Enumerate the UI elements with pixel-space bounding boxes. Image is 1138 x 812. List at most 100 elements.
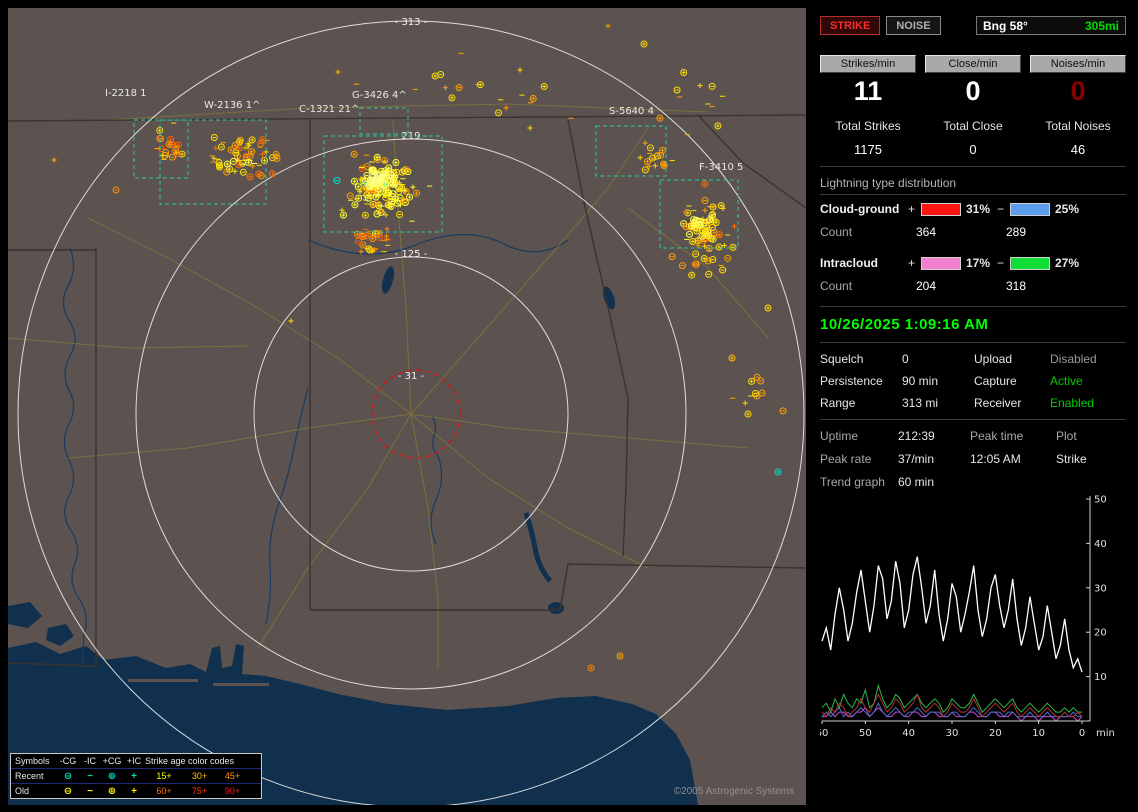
intracloud-row: Intracloud + 17% − 27% (820, 251, 1126, 275)
pos-cg-icon: ⊕ (101, 785, 123, 798)
svg-text:10: 10 (1094, 672, 1107, 683)
svg-text:W-2136 1^: W-2136 1^ (204, 100, 260, 111)
copyright-text: ©2005 Astrogenic Systems (674, 786, 794, 797)
svg-text:30: 30 (946, 728, 959, 739)
cloud-ground-label: Cloud-ground (820, 202, 908, 216)
range-value: 313 mi (902, 396, 974, 410)
peak-time-value: 12:05 AM (970, 452, 1056, 466)
age-45-label: 45+ (216, 770, 249, 783)
distribution-title: Lightning type distribution (820, 176, 1126, 190)
divider (820, 166, 1126, 167)
total-close-value: 0 (925, 142, 1021, 157)
svg-text:60: 60 (820, 728, 828, 739)
intracloud-label: Intracloud (820, 256, 908, 270)
upload-label: Upload (974, 352, 1050, 366)
svg-text:- 31 -: - 31 - (398, 371, 425, 382)
neg-cg-icon: ⊖ (57, 785, 79, 798)
peak-rate-value: 37/min (898, 452, 970, 466)
svg-text:0: 0 (1079, 728, 1085, 739)
status-panel: STRIKE NOISE Bng 58° 305mi Strikes/min C… (812, 8, 1134, 805)
plot-value: Strike (1056, 452, 1126, 466)
legend-old-label: Old (15, 785, 57, 798)
map-canvas: - 313 -- 219 -- 125 -- 31 - I-2218 1W-21… (8, 8, 806, 805)
total-noises-value: 46 (1030, 142, 1126, 157)
total-close-label: Total Close (925, 119, 1021, 133)
cg-negative-count: 289 (998, 225, 1088, 239)
receiver-label: Receiver (974, 396, 1050, 410)
pos-cg-icon: ⊕ (101, 770, 123, 783)
strikes-per-min-button[interactable]: Strikes/min (820, 55, 916, 73)
pos-ic-icon: + (123, 785, 145, 798)
legend-header-row: Symbols -CG -IC +CG +IC Strike age color… (11, 754, 261, 768)
ic-negative-pct: 27% (1050, 256, 1086, 270)
count-label: Count (820, 225, 908, 239)
receiver-value: Enabled (1050, 396, 1126, 410)
trend-chart-canvas: 10203040506050403020100min (820, 493, 1126, 745)
neg-cg-icon: ⊖ (57, 770, 79, 783)
cloud-ground-count-row: Count 364 289 (820, 221, 1126, 243)
svg-text:30: 30 (1094, 583, 1107, 594)
legend-old-row: Old ⊖ − ⊕ + 60+ 75+ 90+ (11, 783, 261, 798)
legend-recent-label: Recent (15, 770, 57, 783)
total-strikes-value: 1175 (820, 142, 916, 157)
svg-text:- 125 -: - 125 - (395, 249, 428, 260)
map-viewport[interactable]: - 313 -- 219 -- 125 -- 31 - I-2218 1W-21… (8, 8, 806, 805)
strikes-per-min-value: 11 (820, 76, 916, 107)
plus-sign: + (908, 256, 921, 270)
svg-text:20: 20 (1094, 628, 1107, 639)
rate-header-row: Strikes/min Close/min Noises/min (820, 55, 1126, 73)
squelch-label: Squelch (820, 352, 902, 366)
cg-positive-bar (921, 203, 961, 216)
intracloud-count-row: Count 204 318 (820, 275, 1126, 297)
cg-negative-pct: 25% (1050, 202, 1086, 216)
persistence-value: 90 min (902, 374, 974, 388)
app-window: - 313 -- 219 -- 125 -- 31 - I-2218 1W-21… (0, 0, 1138, 812)
ic-positive-bar (921, 257, 961, 270)
ic-positive-count: 204 (908, 279, 998, 293)
peak-time-label: Peak time (970, 429, 1056, 443)
session-grid: Uptime 212:39 Peak time Plot Peak rate 3… (820, 429, 1126, 489)
trend-graph-value: 60 min (898, 475, 970, 489)
close-per-min-button[interactable]: Close/min (925, 55, 1021, 73)
strike-toggle-button[interactable]: STRIKE (820, 16, 880, 35)
legend-recent-row: Recent ⊖ − ⊕ + 15+ 30+ 45+ (11, 768, 261, 783)
bearing-range-display: Bng 58° 305mi (976, 16, 1126, 35)
divider (820, 419, 1126, 420)
squelch-value: 0 (902, 352, 974, 366)
svg-text:40: 40 (1094, 539, 1107, 550)
legend-age-header: Strike age color codes (145, 755, 249, 768)
persistence-label: Persistence (820, 374, 902, 388)
age-90-label: 90+ (216, 785, 249, 798)
svg-text:I-2218 1: I-2218 1 (105, 88, 147, 99)
uptime-label: Uptime (820, 429, 898, 443)
close-per-min-value: 0 (925, 76, 1021, 107)
svg-text:10: 10 (1032, 728, 1045, 739)
totals-row: Total Strikes 1175 Total Close 0 Total N… (820, 119, 1126, 157)
plus-sign: + (908, 202, 921, 216)
cloud-ground-row: Cloud-ground + 31% − 25% (820, 197, 1126, 221)
minus-sign: − (997, 202, 1010, 216)
cg-positive-count: 364 (908, 225, 998, 239)
ic-positive-pct: 17% (961, 256, 997, 270)
datetime-display: 10/26/2025 1:09:16 AM (820, 316, 1126, 333)
trend-graph-label: Trend graph (820, 475, 898, 489)
map-legend: Symbols -CG -IC +CG +IC Strike age color… (10, 753, 262, 799)
age-60-label: 60+ (145, 785, 183, 798)
top-toolbar: STRIKE NOISE Bng 58° 305mi (820, 16, 1126, 35)
divider (820, 194, 1126, 195)
noise-toggle-button[interactable]: NOISE (886, 16, 940, 35)
cg-positive-pct: 31% (961, 202, 997, 216)
ic-negative-count: 318 (998, 279, 1088, 293)
noises-per-min-button[interactable]: Noises/min (1030, 55, 1126, 73)
legend-neg-cg-header: -CG (57, 755, 79, 768)
total-strikes-label: Total Strikes (820, 119, 916, 133)
neg-ic-icon: − (79, 770, 101, 783)
age-75-label: 75+ (183, 785, 216, 798)
svg-text:50: 50 (859, 728, 872, 739)
plot-label: Plot (1056, 429, 1126, 443)
upload-value: Disabled (1050, 352, 1126, 366)
cg-negative-bar (1010, 203, 1050, 216)
ic-negative-bar (1010, 257, 1050, 270)
config-grid: Squelch 0 Upload Disabled Persistence 90… (820, 352, 1126, 410)
neg-ic-icon: − (79, 785, 101, 798)
